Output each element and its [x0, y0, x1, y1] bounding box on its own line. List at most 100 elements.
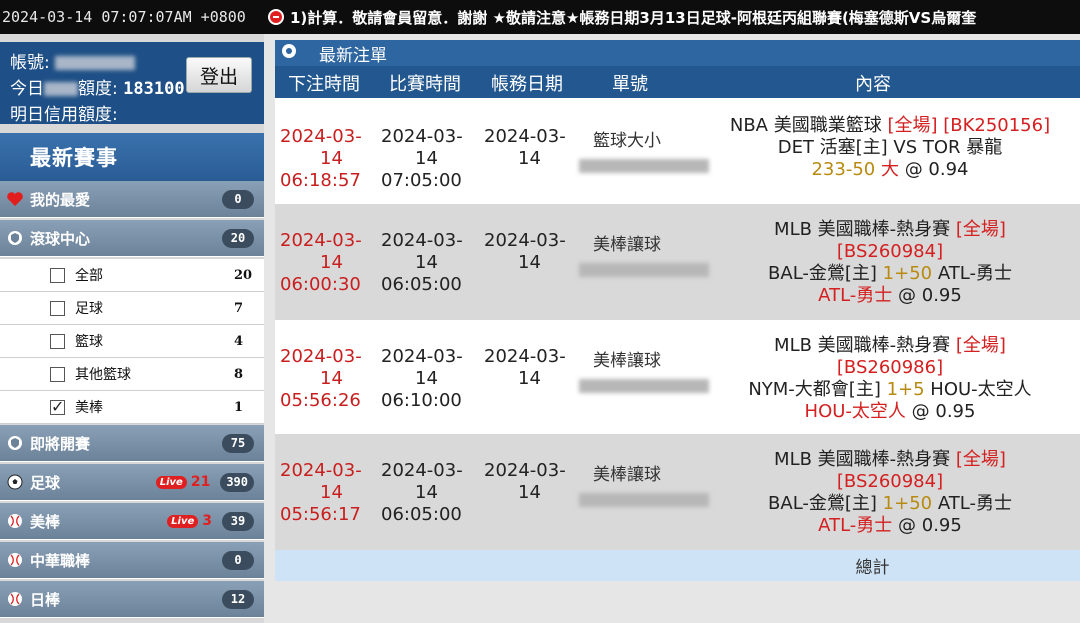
- panel-title: 最新注單: [319, 45, 387, 66]
- home-team: BAL-金鶯[主]: [768, 263, 883, 284]
- league: MLB 美國職棒-熱身賽: [774, 335, 956, 356]
- account-name-line: 帳號:: [10, 48, 136, 73]
- live-count: 3: [202, 513, 212, 529]
- checkbox[interactable]: [50, 333, 65, 349]
- handicap: 1+50: [882, 263, 933, 284]
- bet-date: 2024-03-: [280, 346, 362, 367]
- shield-icon: [6, 434, 24, 452]
- match-time-cell: 2024-03- 14 06:10:00: [381, 346, 463, 412]
- live-count: 21: [190, 474, 211, 490]
- home-team: BAL-金鶯[主]: [768, 493, 883, 514]
- favorites-count: 0: [222, 189, 254, 209]
- bet-time-cell: 2024-03- 14 06:18:57: [280, 126, 362, 192]
- live-sub-all[interactable]: 全部 20: [0, 259, 264, 292]
- cpbl-label: 中華職棒: [30, 551, 91, 570]
- announcement-ticker[interactable]: 1)計算．敬請會員留意．謝謝 ★敬請注意★帳務日期3月13日足球-阿根廷丙組聯賽…: [290, 7, 976, 28]
- baseball-icon: [6, 551, 24, 569]
- ticket-number-redacted: [579, 493, 709, 507]
- live-sub-label: 籃球: [75, 334, 103, 350]
- sidebar-item-soccer[interactable]: 足球 Live 21 390: [0, 464, 264, 501]
- match-day: 14: [415, 252, 438, 273]
- ticket-number-redacted: [579, 379, 709, 393]
- market-scope: [全場]: [955, 219, 1006, 240]
- ticket-cell: 美棒讓球: [579, 460, 709, 507]
- live-sub-mlb[interactable]: 美棒 1: [0, 391, 264, 424]
- sidebar-item-upcoming[interactable]: 即將開賽 75: [0, 425, 264, 462]
- account-day: 14: [518, 482, 541, 503]
- checkbox-checked[interactable]: [50, 397, 65, 416]
- content-cell: MLB 美國職棒-熱身賽 [全場] [BS260986] NYM-大都會[主] …: [700, 335, 1080, 423]
- live-sub-basketball[interactable]: 籃球 4: [0, 325, 264, 358]
- sidebar-item-cpbl[interactable]: 中華職棒 0: [0, 542, 264, 579]
- upcoming-label: 即將開賽: [30, 434, 91, 453]
- market-code: [BS260984]: [836, 241, 944, 262]
- odds: @ 0.95: [892, 285, 962, 306]
- match-time-cell: 2024-03- 14 06:05:00: [381, 460, 463, 526]
- checkbox[interactable]: [50, 267, 65, 283]
- match-time: 06:05:00: [381, 504, 462, 525]
- total-row: 總計: [275, 550, 1080, 581]
- col-match-time: 比賽時間: [389, 74, 461, 95]
- live-sub-count: 7: [234, 300, 244, 316]
- match-time: 07:05:00: [381, 170, 462, 191]
- cpbl-count: 0: [222, 550, 254, 570]
- live-sub-count: 4: [234, 333, 244, 349]
- next-credit-label: 明日信用額度:: [10, 105, 118, 122]
- sidebar-item-favorites[interactable]: 我的最愛 0: [0, 181, 264, 218]
- ticket-number-redacted: [579, 263, 709, 277]
- live-sub-soccer[interactable]: 足球 7: [0, 292, 264, 325]
- selection: ATL-勇士: [818, 515, 893, 536]
- live-sub-other-basketball[interactable]: 其他籃球 8: [0, 358, 264, 391]
- heart-icon: [6, 190, 24, 208]
- table-header: 下注時間 比賽時間 帳務日期 單號 內容: [275, 66, 1080, 98]
- content-cell: NBA 美國職業籃球 [全場] [BK250156] DET 活塞[主] VS …: [700, 115, 1080, 181]
- league: NBA 美國職業籃球: [729, 115, 888, 136]
- bet-day: 14: [320, 148, 343, 169]
- match-date: 2024-03-: [381, 346, 463, 367]
- mlb-count: 39: [222, 511, 254, 531]
- announcement-icon: [268, 9, 284, 25]
- account-day: 14: [518, 368, 541, 389]
- latest-events-header[interactable]: 最新賽事: [0, 133, 264, 181]
- table-row: 2024-03- 14 06:18:57 2024-03- 14 07:05:0…: [275, 98, 1080, 214]
- account-day: 14: [518, 148, 541, 169]
- live-badge: Live: [155, 475, 187, 489]
- handicap: 1+5: [886, 379, 925, 400]
- live-center-count: 20: [222, 228, 254, 248]
- table-row: 2024-03- 14 06:00:30 2024-03- 14 06:05:0…: [275, 204, 1080, 320]
- sidebar-item-npb[interactable]: 日棒 12: [0, 581, 264, 618]
- live-sub-label: 其他籃球: [75, 367, 131, 383]
- credit-label-a: 今日: [10, 79, 44, 99]
- bet-time: 06:18:57: [280, 170, 361, 191]
- credit-value: 183100: [123, 79, 185, 99]
- selection: 大: [875, 159, 899, 180]
- bet-type: 美棒讓球: [593, 235, 661, 255]
- selection: HOU-太空人: [804, 401, 906, 422]
- logout-button[interactable]: 登出: [186, 57, 252, 93]
- bet-type: 籃球大小: [593, 131, 661, 151]
- sidebar-item-mlb[interactable]: 美棒 Live 3 39: [0, 503, 264, 540]
- sidebar: 帳號: 今日 額度: 183100 明日信用額度: 登出 最新賽事 我的最愛 0 …: [0, 34, 264, 623]
- ticket-cell: 籃球大小: [579, 126, 709, 173]
- top-ticker-bar: 2024-03-14 07:07:07AM +0800 1)計算．敬請會員留意．…: [0, 0, 1080, 34]
- market-code: [BS260986]: [836, 357, 944, 378]
- account-date-cell: 2024-03- 14: [484, 126, 566, 170]
- bet-type: 美棒讓球: [593, 351, 661, 371]
- next-day-credit-line: 明日信用額度:: [10, 100, 118, 122]
- checkbox[interactable]: [50, 366, 65, 382]
- match-date: 2024-03-: [381, 460, 463, 481]
- sidebar-item-live-center[interactable]: 滾球中心 20: [0, 220, 264, 257]
- match-time-cell: 2024-03- 14 07:05:00: [381, 126, 463, 192]
- bet-day: 14: [320, 368, 343, 389]
- account-date: 2024-03-: [484, 460, 566, 481]
- bet-date: 2024-03-: [280, 126, 362, 147]
- account-date: 2024-03-: [484, 230, 566, 251]
- checkbox[interactable]: [50, 300, 65, 316]
- match-day: 14: [415, 482, 438, 503]
- npb-label: 日棒: [30, 590, 61, 609]
- match-time: 06:10:00: [381, 390, 462, 411]
- account-date-cell: 2024-03- 14: [484, 460, 566, 504]
- account-label: 帳號:: [10, 53, 50, 73]
- npb-count: 12: [222, 589, 254, 609]
- live-indicator: Live 3: [167, 513, 212, 529]
